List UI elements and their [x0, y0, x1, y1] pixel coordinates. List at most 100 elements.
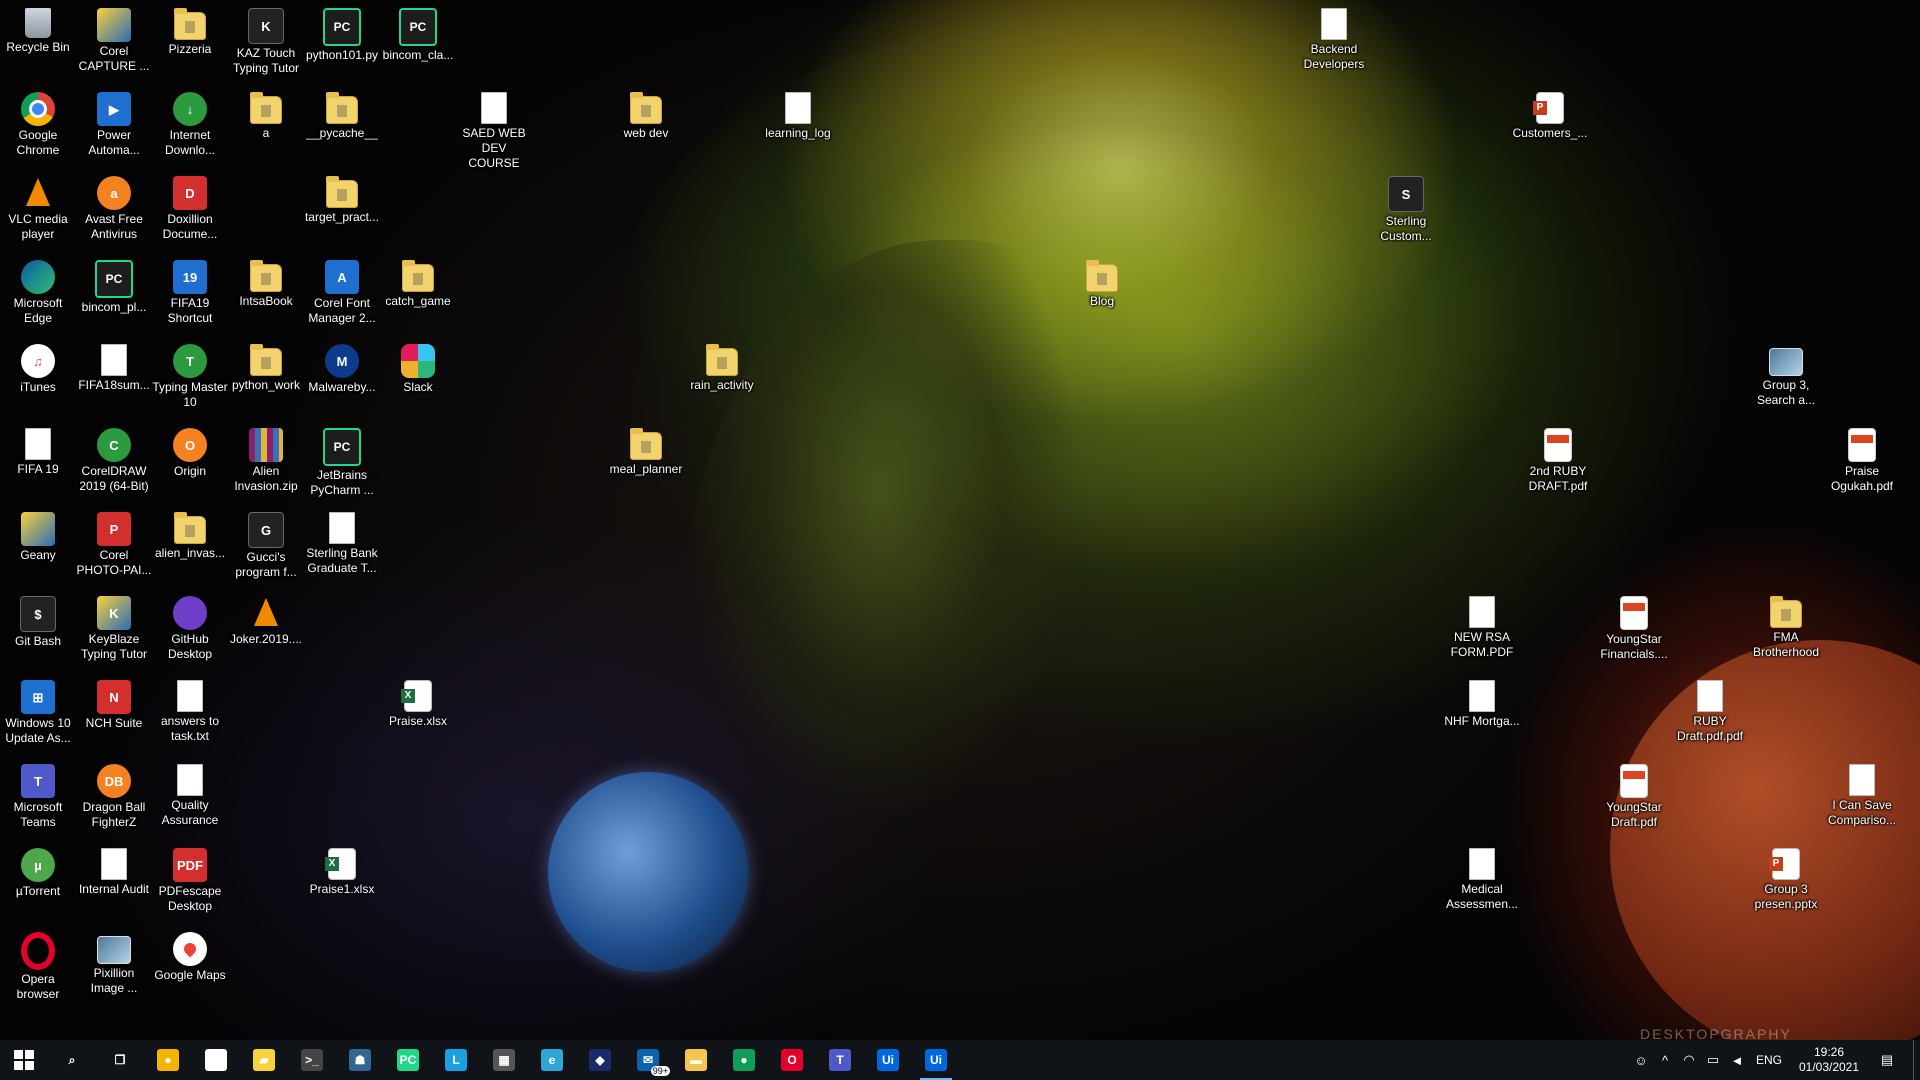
wifi-icon[interactable]: ◠: [1677, 1052, 1701, 1068]
taskbar-button[interactable]: T: [816, 1040, 864, 1080]
desktop-icon[interactable]: alien_invas...: [152, 508, 228, 561]
desktop-icon[interactable]: 2nd RUBY DRAFT.pdf: [1520, 424, 1596, 494]
taskbar-button[interactable]: ●: [144, 1040, 192, 1080]
desktop-icon[interactable]: GitHub Desktop: [152, 592, 228, 662]
show-desktop-button[interactable]: [1913, 1040, 1920, 1080]
start-button[interactable]: [0, 1040, 48, 1080]
taskbar-button[interactable]: ▰: [240, 1040, 288, 1080]
desktop-icon[interactable]: web dev: [608, 88, 684, 141]
desktop-icon[interactable]: µ µTorrent: [0, 844, 76, 899]
taskbar-button[interactable]: >_: [288, 1040, 336, 1080]
desktop-icon[interactable]: K KeyBlaze Typing Tutor: [76, 592, 152, 662]
desktop-icon[interactable]: meal_planner: [608, 424, 684, 477]
desktop-icon[interactable]: NHF Mortga...: [1444, 676, 1520, 729]
taskbar-button[interactable]: e: [528, 1040, 576, 1080]
desktop-icon[interactable]: Blog: [1064, 256, 1140, 309]
desktop-icon[interactable]: T Microsoft Teams: [0, 760, 76, 830]
desktop-icon[interactable]: Google Maps: [152, 928, 228, 983]
desktop-icon[interactable]: ♫ iTunes: [0, 340, 76, 395]
taskbar-button[interactable]: ☗: [336, 1040, 384, 1080]
taskbar-button[interactable]: O: [768, 1040, 816, 1080]
desktop-icon[interactable]: rain_activity: [684, 340, 760, 393]
desktop-icon[interactable]: Google Chrome: [0, 88, 76, 158]
desktop-icon[interactable]: Praise1.xlsx: [304, 844, 380, 897]
desktop-icon[interactable]: FIFA18sum...: [76, 340, 152, 393]
taskbar-button[interactable]: ●: [720, 1040, 768, 1080]
desktop-icon[interactable]: Alien Invasion.zip: [228, 424, 304, 494]
desktop-icon[interactable]: NEW RSA FORM.PDF: [1444, 592, 1520, 660]
desktop-icon[interactable]: A Corel Font Manager 2...: [304, 256, 380, 326]
desktop-icon[interactable]: Praise Ogukah.pdf: [1824, 424, 1900, 494]
desktop-icon[interactable]: SAED WEB DEV COURSE: [456, 88, 532, 171]
desktop-icon[interactable]: N NCH Suite: [76, 676, 152, 731]
taskbar-button[interactable]: PC: [384, 1040, 432, 1080]
desktop-icon[interactable]: Recycle Bin: [0, 4, 76, 55]
desktop-icon[interactable]: G Gucci's program f...: [228, 508, 304, 580]
desktop-icon[interactable]: PC JetBrains PyCharm ...: [304, 424, 380, 498]
desktop-icon[interactable]: FMA Brotherhood: [1748, 592, 1824, 660]
desktop-icon[interactable]: M Malwareby...: [304, 340, 380, 395]
desktop[interactable]: DESKTOPGRAPHY Recycle Bin Corel CAPTURE .…: [0, 0, 1920, 1040]
desktop-icon[interactable]: 19 FIFA19 Shortcut: [152, 256, 228, 326]
desktop-icon[interactable]: S Sterling Custom...: [1368, 172, 1444, 244]
desktop-icon[interactable]: C CorelDRAW 2019 (64-Bit): [76, 424, 152, 494]
desktop-icon[interactable]: O Origin: [152, 424, 228, 479]
desktop-icon[interactable]: target_pract...: [304, 172, 380, 225]
desktop-icon[interactable]: learning_log: [760, 88, 836, 141]
desktop-icon[interactable]: DB Dragon Ball FighterZ: [76, 760, 152, 830]
desktop-icon[interactable]: Internal Audit: [76, 844, 152, 897]
people-icon[interactable]: ☺: [1629, 1053, 1653, 1068]
desktop-icon[interactable]: Medical Assessmen...: [1444, 844, 1520, 912]
desktop-icon[interactable]: YoungStar Draft.pdf: [1596, 760, 1672, 830]
language-indicator[interactable]: ENG: [1749, 1053, 1789, 1067]
desktop-icon[interactable]: Slack: [380, 340, 456, 395]
desktop-icon[interactable]: Joker.2019....: [228, 592, 304, 647]
taskbar-button[interactable]: ⌕: [48, 1040, 96, 1080]
desktop-icon[interactable]: PC bincom_cla...: [380, 4, 456, 63]
desktop-icon[interactable]: Sterling Bank Graduate T...: [304, 508, 380, 576]
desktop-icon[interactable]: ⊞ Windows 10 Update As...: [0, 676, 76, 746]
desktop-icon[interactable]: Opera browser: [0, 928, 76, 1002]
desktop-icon[interactable]: python_work: [228, 340, 304, 393]
desktop-icon[interactable]: I Can Save Compariso...: [1824, 760, 1900, 828]
desktop-icon[interactable]: RUBY Draft.pdf.pdf: [1672, 676, 1748, 744]
battery-icon[interactable]: ▭: [1701, 1052, 1725, 1068]
desktop-icon[interactable]: D Doxillion Docume...: [152, 172, 228, 242]
desktop-icon[interactable]: K KAZ Touch Typing Tutor: [228, 4, 304, 76]
desktop-icon[interactable]: Geany: [0, 508, 76, 563]
desktop-icon[interactable]: Microsoft Edge: [0, 256, 76, 326]
desktop-icon[interactable]: answers to task.txt: [152, 676, 228, 744]
desktop-icon[interactable]: catch_game: [380, 256, 456, 309]
clock[interactable]: 19:26 01/03/2021: [1789, 1045, 1869, 1075]
desktop-icon[interactable]: ↓ Internet Downlo...: [152, 88, 228, 158]
desktop-icon[interactable]: Group 3 presen.pptx: [1748, 844, 1824, 912]
taskbar-button[interactable]: ✉ 99+: [624, 1040, 672, 1080]
desktop-icon[interactable]: Group 3, Search a...: [1748, 340, 1824, 408]
desktop-icon[interactable]: PDF PDFescape Desktop: [152, 844, 228, 914]
taskbar-button[interactable]: Ui: [864, 1040, 912, 1080]
desktop-icon[interactable]: Backend Developers: [1296, 4, 1372, 72]
desktop-icon[interactable]: PC bincom_pl...: [76, 256, 152, 315]
desktop-icon[interactable]: IntsaBook: [228, 256, 304, 309]
desktop-icon[interactable]: YoungStar Financials....: [1596, 592, 1672, 662]
taskbar-button[interactable]: ◆: [576, 1040, 624, 1080]
desktop-icon[interactable]: a: [228, 88, 304, 141]
desktop-icon[interactable]: Quality Assurance: [152, 760, 228, 828]
desktop-icon[interactable]: P Corel PHOTO-PAI...: [76, 508, 152, 578]
desktop-icon[interactable]: FIFA 19: [0, 424, 76, 477]
desktop-icon[interactable]: VLC media player: [0, 172, 76, 242]
volume-icon[interactable]: ◄: [1725, 1053, 1749, 1068]
desktop-icon[interactable]: Customers_...: [1512, 88, 1588, 141]
desktop-icon[interactable]: T Typing Master 10: [152, 340, 228, 410]
desktop-icon[interactable]: __pycache__: [304, 88, 380, 141]
notification-center-icon[interactable]: ▤: [1869, 1052, 1905, 1068]
taskbar-button[interactable]: ▦: [480, 1040, 528, 1080]
desktop-icon[interactable]: a Avast Free Antivirus: [76, 172, 152, 242]
desktop-icon[interactable]: ▶ Power Automa...: [76, 88, 152, 158]
chevron-up-icon[interactable]: ^: [1653, 1053, 1677, 1068]
taskbar-button[interactable]: ▬: [672, 1040, 720, 1080]
desktop-icon[interactable]: $ Git Bash: [0, 592, 76, 649]
taskbar-button[interactable]: L: [432, 1040, 480, 1080]
desktop-icon[interactable]: Pizzeria: [152, 4, 228, 57]
taskbar-button[interactable]: ▣: [192, 1040, 240, 1080]
